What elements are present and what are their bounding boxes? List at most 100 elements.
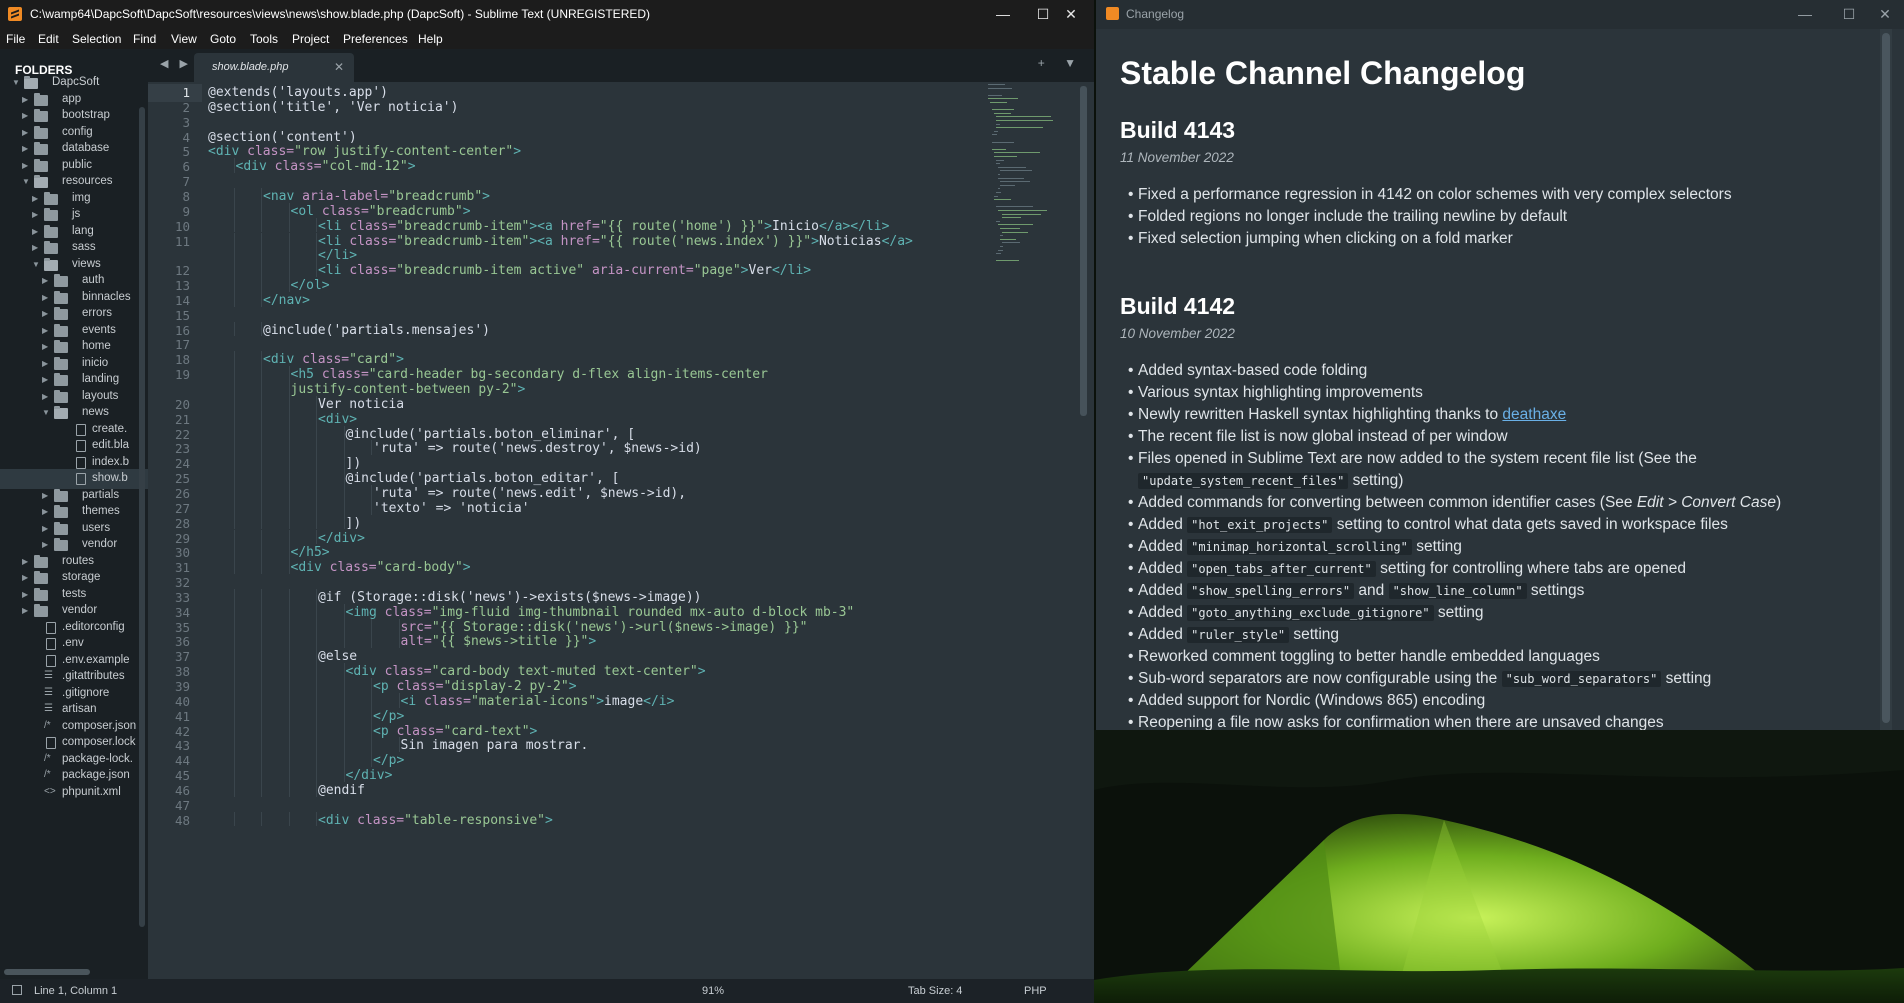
tree-item-label: news xyxy=(82,406,109,418)
code-line[interactable]: <li class="breadcrumb-item"><a href="{{ … xyxy=(318,233,913,251)
code-line[interactable]: @endif xyxy=(318,782,365,800)
indent-guide xyxy=(261,187,262,203)
minimap-line xyxy=(998,224,1033,226)
syntax-selector[interactable]: PHP xyxy=(1024,985,1047,997)
indent-guide xyxy=(233,603,235,619)
code-line[interactable]: <i class="material-icons">image</i> xyxy=(401,693,675,711)
indent-guide xyxy=(233,232,235,248)
tab-size[interactable]: Tab Size: 4 xyxy=(908,985,962,997)
indent-guide xyxy=(261,692,262,708)
indent-guide xyxy=(261,544,262,560)
changelog-minimize-button[interactable]: — xyxy=(1782,0,1828,29)
menu-preferences[interactable]: Preferences xyxy=(343,32,408,46)
file-item[interactable]: <> phpunit.xml xyxy=(0,783,148,803)
menu-goto[interactable]: Goto xyxy=(210,32,236,46)
indent-guide xyxy=(233,559,235,575)
indent-guide xyxy=(288,455,290,471)
sidebar-scrollbar-horizontal[interactable] xyxy=(4,969,90,975)
close-button[interactable]: ✕ xyxy=(1048,0,1094,29)
tree-item-label: storage xyxy=(62,571,101,583)
indent-guide xyxy=(316,692,317,708)
tab-close-icon[interactable]: ✕ xyxy=(334,60,344,74)
tab-nav-arrows-icon[interactable]: ◀ ▶ xyxy=(160,57,192,70)
minimap-line xyxy=(996,127,1044,129)
indent-guide xyxy=(371,722,372,738)
tree-item-label: index.b xyxy=(92,455,130,468)
file-type-icon: /* xyxy=(44,769,51,780)
indent-guide xyxy=(261,277,262,292)
changelog-item: • Newly rewritten Haskell syntax highligh… xyxy=(1128,406,1567,423)
editor-scrollbar[interactable] xyxy=(1080,86,1087,416)
code-line[interactable]: <li class="breadcrumb-item active" aria-… xyxy=(318,262,811,280)
minimap-line xyxy=(996,116,1051,118)
code-line[interactable]: @include('partials.mensajes') xyxy=(263,322,490,340)
folder-icon xyxy=(34,554,48,568)
menu-find[interactable]: Find xyxy=(133,32,156,46)
code-line[interactable]: @section('title', 'Ver noticia') xyxy=(208,99,458,117)
indent-guide xyxy=(261,395,262,411)
indent-guide xyxy=(371,633,372,649)
tree-item-label: edit.bla xyxy=(92,439,130,451)
changelog-close-button[interactable]: ✕ xyxy=(1862,0,1904,29)
title-bar: C:\wamp64\DapcSoft\DapcSoft\resources\vi… xyxy=(0,0,1094,29)
sidebar-scrollbar-vertical[interactable] xyxy=(139,107,145,927)
menu-bar: File Edit Selection Find View Goto Tools… xyxy=(0,29,1094,49)
changelog-scrollbar[interactable] xyxy=(1882,33,1890,723)
indent-guide xyxy=(316,410,317,426)
code-line[interactable]: 'ruta' => route('news.destroy', $news->i… xyxy=(373,440,702,458)
indent-guide xyxy=(316,470,317,485)
changelog-item: • Sub-word separators are now configurabl… xyxy=(1128,670,1712,687)
code-line[interactable]: <div class="col-md-12"> xyxy=(236,158,416,176)
indent-guide xyxy=(343,455,345,471)
indent-guide xyxy=(343,484,345,500)
indent-guide xyxy=(233,217,235,233)
sublime-window: C:\wamp64\DapcSoft\DapcSoft\resources\vi… xyxy=(0,0,1094,1003)
menu-view[interactable]: View xyxy=(171,32,197,46)
tab-show-blade[interactable]: show.blade.php ✕ xyxy=(194,53,354,82)
minimap-line xyxy=(992,109,1014,111)
minimap-line xyxy=(1000,228,1020,229)
code-editor[interactable]: 1 2 3 4 5 6 7 8 9 10 11 12 13 14 15 16 17 18 19 20 21 22 23 24 2… xyxy=(148,82,1094,979)
minimap-line xyxy=(998,188,1000,190)
minimap-line xyxy=(996,163,1000,165)
minimap-line xyxy=(998,166,1026,168)
code-line[interactable]: 'texto' => 'noticia' xyxy=(373,500,530,518)
menu-edit[interactable]: Edit xyxy=(38,32,59,46)
tab-actions-icon[interactable]: + ▼ xyxy=(1038,56,1084,70)
panel-toggle-icon[interactable] xyxy=(12,985,22,995)
indent-guide xyxy=(316,262,317,278)
indent-guide xyxy=(233,588,235,604)
cursor-position[interactable]: Line 1, Column 1 xyxy=(34,985,117,997)
indent-guide xyxy=(316,722,317,738)
changelog-item: • Added "goto_anything_exclude_gitignore"… xyxy=(1128,604,1484,621)
indent-guide xyxy=(288,633,290,649)
indent-guide xyxy=(261,262,262,278)
code-line[interactable]: Sin imagen para mostrar. xyxy=(401,737,589,755)
code-line[interactable]: </nav> xyxy=(263,292,310,310)
menu-file[interactable]: File xyxy=(6,32,25,46)
changelog-item: • Added "hot_exit_projects" setting to co… xyxy=(1128,516,1728,533)
indent-guide xyxy=(233,484,235,500)
indent-guide xyxy=(261,410,262,426)
indent-guide xyxy=(261,455,262,471)
tree-item-label: config xyxy=(62,125,93,138)
menu-help[interactable]: Help xyxy=(418,32,443,46)
menu-project[interactable]: Project xyxy=(292,32,329,46)
indent-guide xyxy=(233,470,235,485)
sublime-app-icon xyxy=(1106,7,1119,20)
indent-guide xyxy=(233,247,235,263)
deathaxe-link[interactable]: deathaxe xyxy=(1502,406,1566,423)
menu-tools[interactable]: Tools xyxy=(250,32,278,46)
minimap[interactable] xyxy=(988,84,1068,264)
tree-item-label: composer.lock xyxy=(62,736,136,748)
code-line[interactable]: alt="{{ $news->title }}"> xyxy=(401,633,597,651)
menu-selection[interactable]: Selection xyxy=(72,32,121,46)
indent-guide xyxy=(316,707,317,723)
window-title: C:\wamp64\DapcSoft\DapcSoft\resources\vi… xyxy=(30,7,651,21)
code-line[interactable]: <div class="table-responsive"> xyxy=(318,812,553,830)
indent-guide xyxy=(316,395,317,411)
code-line[interactable]: <div class="card-body"> xyxy=(291,559,471,577)
build-date: 11 November 2022 xyxy=(1120,150,1234,165)
tree-item-label: home xyxy=(82,340,111,352)
minimap-line xyxy=(990,102,1008,103)
